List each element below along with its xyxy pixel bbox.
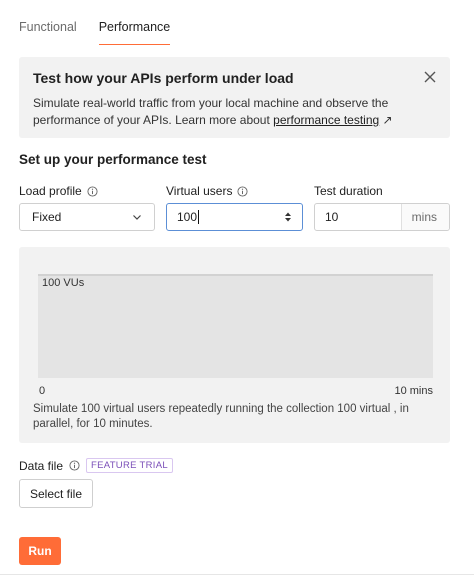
info-icon[interactable]: [87, 185, 98, 197]
chart-description: Simulate 100 virtual users repeatedly ru…: [33, 403, 409, 430]
feature-trial-badge: FEATURE TRIAL: [86, 458, 173, 473]
tab-functional[interactable]: Functional: [19, 0, 77, 44]
tab-performance[interactable]: Performance: [98, 0, 171, 45]
run-button[interactable]: Run: [19, 537, 61, 565]
load-profile-select[interactable]: Fixed: [19, 203, 155, 231]
chart-area: [38, 274, 433, 378]
info-icon[interactable]: [69, 460, 80, 471]
load-profile-value: Fixed: [32, 210, 62, 224]
test-duration-input[interactable]: 10 mins: [314, 203, 450, 231]
vu-level-label: 100 VUs: [42, 277, 85, 289]
close-icon[interactable]: [422, 69, 438, 85]
virtual-users-label-text: Virtual users: [166, 184, 233, 198]
tab-bar: Functional Performance: [19, 0, 171, 45]
divider: [0, 574, 474, 575]
virtual-users-value: 100: [177, 210, 200, 224]
setup-title: Set up your performance test: [19, 152, 207, 167]
virtual-users-input[interactable]: 100: [166, 203, 303, 231]
test-duration-value: 10: [325, 210, 339, 224]
performance-testing-link[interactable]: performance testing: [273, 113, 379, 127]
banner-text: Simulate real-world traffic from your lo…: [33, 95, 403, 129]
data-file-label: Data file FEATURE TRIAL: [19, 458, 173, 473]
duration-unit: mins: [400, 204, 449, 230]
x-axis-start-label: 0: [39, 385, 46, 397]
virtual-users-label: Virtual users: [166, 184, 249, 198]
test-duration-label-text: Test duration: [314, 184, 383, 198]
stepper-icon[interactable]: [284, 211, 292, 223]
info-banner: Test how your APIs perform under load Si…: [19, 57, 450, 138]
external-link-icon[interactable]: ↗: [383, 113, 393, 127]
select-file-button[interactable]: Select file: [19, 479, 93, 508]
info-icon[interactable]: [237, 185, 249, 197]
x-axis-end-label: 10 mins: [394, 385, 433, 397]
load-profile-label: Load profile: [19, 184, 98, 198]
chevron-down-icon: [133, 215, 141, 220]
data-file-label-text: Data file: [19, 458, 64, 473]
test-duration-label: Test duration: [314, 184, 383, 198]
load-profile-label-text: Load profile: [19, 184, 82, 198]
banner-title: Test how your APIs perform under load: [33, 70, 294, 86]
load-preview-chart: 100 VUs 0 10 mins Simulate 100 virtual u…: [19, 247, 450, 443]
